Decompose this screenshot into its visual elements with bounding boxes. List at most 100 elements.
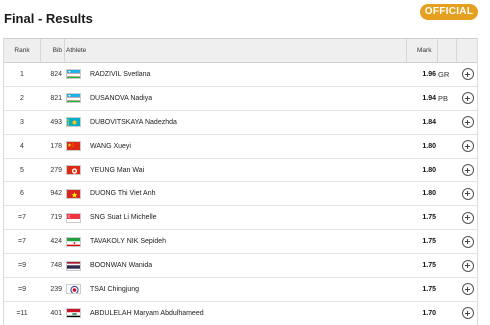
rank-cell: =7 (18, 214, 26, 222)
bib-cell: 239 (50, 285, 62, 293)
table-row: =11 401 ABDULELAH Maryam Abdulhameed 1.7… (4, 301, 477, 325)
record-badge (438, 135, 454, 158)
status-badge: OFFICIAL (420, 4, 478, 20)
column-header-mark[interactable]: Mark (417, 39, 431, 62)
record-badge (438, 159, 454, 182)
record-badge: GR (438, 69, 450, 79)
table-row: 2 821 DUSANOVA Nadiya 1.94 PB (4, 86, 477, 111)
table-row: =7 719 SNG Suat Li Michelle 1.75 (4, 206, 477, 231)
athlete-name: YEUNG Man Wai (90, 166, 145, 174)
expand-plus-icon[interactable] (461, 211, 474, 224)
rank-cell: 6 (20, 190, 24, 198)
kaz-flag-icon (66, 117, 81, 128)
results-header: Final - Results OFFICIAL (0, 0, 490, 38)
expand-plus-icon[interactable] (461, 235, 474, 248)
athlete-cell[interactable]: DUBOVITSKAYA Nadezhda (66, 111, 406, 134)
table-body: 1 824 RADZIVIL Svetlana 1.96 GR 2 821 DU… (4, 63, 477, 325)
athlete-name: DUSANOVA Nadiya (90, 94, 153, 102)
athlete-cell[interactable]: ABDULELAH Maryam Abdulhameed (66, 302, 406, 325)
athlete-name: ABDULELAH Maryam Abdulhameed (90, 309, 204, 317)
expand-plus-icon[interactable] (461, 68, 474, 81)
table-header: Rank Bib Athlete Mark (4, 38, 477, 63)
table-row: =7 424 TAVAKOLY NIK Sepideh 1.75 (4, 230, 477, 255)
mark-cell: 1.75 (422, 238, 436, 246)
bib-cell: 824 (50, 70, 62, 78)
rank-cell: =9 (18, 262, 26, 270)
record-badge (438, 206, 454, 229)
table-row: 5 279 YEUNG Man Wai 1.80 (4, 158, 477, 183)
rank-cell: 2 (20, 94, 24, 102)
athlete-name: DUONG Thi Viet Anh (90, 190, 156, 198)
mark-cell: 1.84 (422, 118, 436, 126)
athlete-name: DUBOVITSKAYA Nadezhda (90, 118, 177, 126)
irq-flag-icon (66, 308, 81, 319)
rank-cell: 5 (20, 166, 24, 174)
expand-plus-icon[interactable] (461, 140, 474, 153)
table-row: =9 748 BOONWAN Wanida 1.75 (4, 254, 477, 279)
athlete-cell[interactable]: TAVAKOLY NIK Sepideh (66, 230, 406, 253)
tpe-flag-icon (66, 284, 81, 295)
expand-plus-icon[interactable] (461, 307, 474, 320)
record-badge (438, 278, 454, 301)
bib-cell: 424 (50, 238, 62, 246)
record-badge (438, 302, 454, 325)
athlete-cell[interactable]: DUSANOVA Nadiya (66, 87, 406, 110)
athlete-cell[interactable]: WANG Xueyi (66, 135, 406, 158)
record-badge (438, 182, 454, 205)
mark-cell: 1.75 (422, 262, 436, 270)
record-badge (438, 230, 454, 253)
bib-cell: 178 (50, 142, 62, 150)
bib-cell: 719 (50, 214, 62, 222)
bib-cell: 748 (50, 262, 62, 270)
athlete-name: RADZIVIL Svetlana (90, 70, 151, 78)
athlete-cell[interactable]: DUONG Thi Viet Anh (66, 182, 406, 205)
athlete-cell[interactable]: SNG Suat Li Michelle (66, 206, 406, 229)
expand-plus-icon[interactable] (461, 116, 474, 129)
uzb-flag-icon (66, 69, 81, 80)
rank-cell: 4 (20, 142, 24, 150)
column-header-athlete[interactable]: Athlete (66, 39, 406, 62)
page-title: Final - Results (4, 11, 93, 26)
expand-plus-icon[interactable] (461, 187, 474, 200)
tha-flag-icon (66, 260, 81, 271)
column-header-rank[interactable]: Rank (4, 39, 40, 62)
record-badge (438, 111, 454, 134)
mark-cell: 1.96 (422, 70, 436, 78)
athlete-name: TSAI Chingjung (90, 285, 140, 293)
athlete-cell[interactable]: TSAI Chingjung (66, 278, 406, 301)
athlete-name: TAVAKOLY NIK Sepideh (90, 238, 167, 246)
mark-cell: 1.80 (422, 190, 436, 198)
vie-flag-icon (66, 188, 81, 199)
expand-plus-icon[interactable] (461, 283, 474, 296)
column-header-bib[interactable]: Bib (40, 39, 62, 62)
iri-flag-icon (66, 236, 81, 247)
expand-plus-icon[interactable] (461, 259, 474, 272)
rank-cell: 3 (20, 118, 24, 126)
rank-cell: =7 (18, 238, 26, 246)
athlete-name: BOONWAN Wanida (90, 262, 153, 270)
athlete-cell[interactable]: YEUNG Man Wai (66, 159, 406, 182)
rank-cell: 1 (20, 70, 24, 78)
mark-cell: 1.70 (422, 309, 436, 317)
hkg-flag-icon (66, 165, 81, 175)
rank-cell: =9 (18, 285, 26, 293)
record-badge (438, 254, 454, 277)
table-row: 4 178 WANG Xueyi 1.80 (4, 134, 477, 159)
chn-flag-icon (66, 141, 81, 152)
bib-cell: 942 (50, 190, 62, 198)
sgp-flag-icon (66, 212, 81, 223)
bib-cell: 279 (50, 166, 62, 174)
bib-cell: 493 (50, 118, 62, 126)
mark-cell: 1.94 (422, 94, 436, 102)
table-row: =9 239 TSAI Chingjung 1.75 (4, 278, 477, 302)
expand-plus-icon[interactable] (461, 92, 474, 105)
athlete-name: SNG Suat Li Michelle (90, 214, 157, 222)
athlete-cell[interactable]: BOONWAN Wanida (66, 254, 406, 277)
table-row: 6 942 DUONG Thi Viet Anh 1.80 (4, 182, 477, 207)
mark-cell: 1.80 (422, 142, 436, 150)
mark-cell: 1.75 (422, 214, 436, 222)
athlete-cell[interactable]: RADZIVIL Svetlana (66, 63, 406, 86)
expand-plus-icon[interactable] (461, 164, 474, 176)
rank-cell: =11 (16, 309, 28, 317)
table-row: 3 493 DUBOVITSKAYA Nadezhda 1.84 (4, 110, 477, 135)
